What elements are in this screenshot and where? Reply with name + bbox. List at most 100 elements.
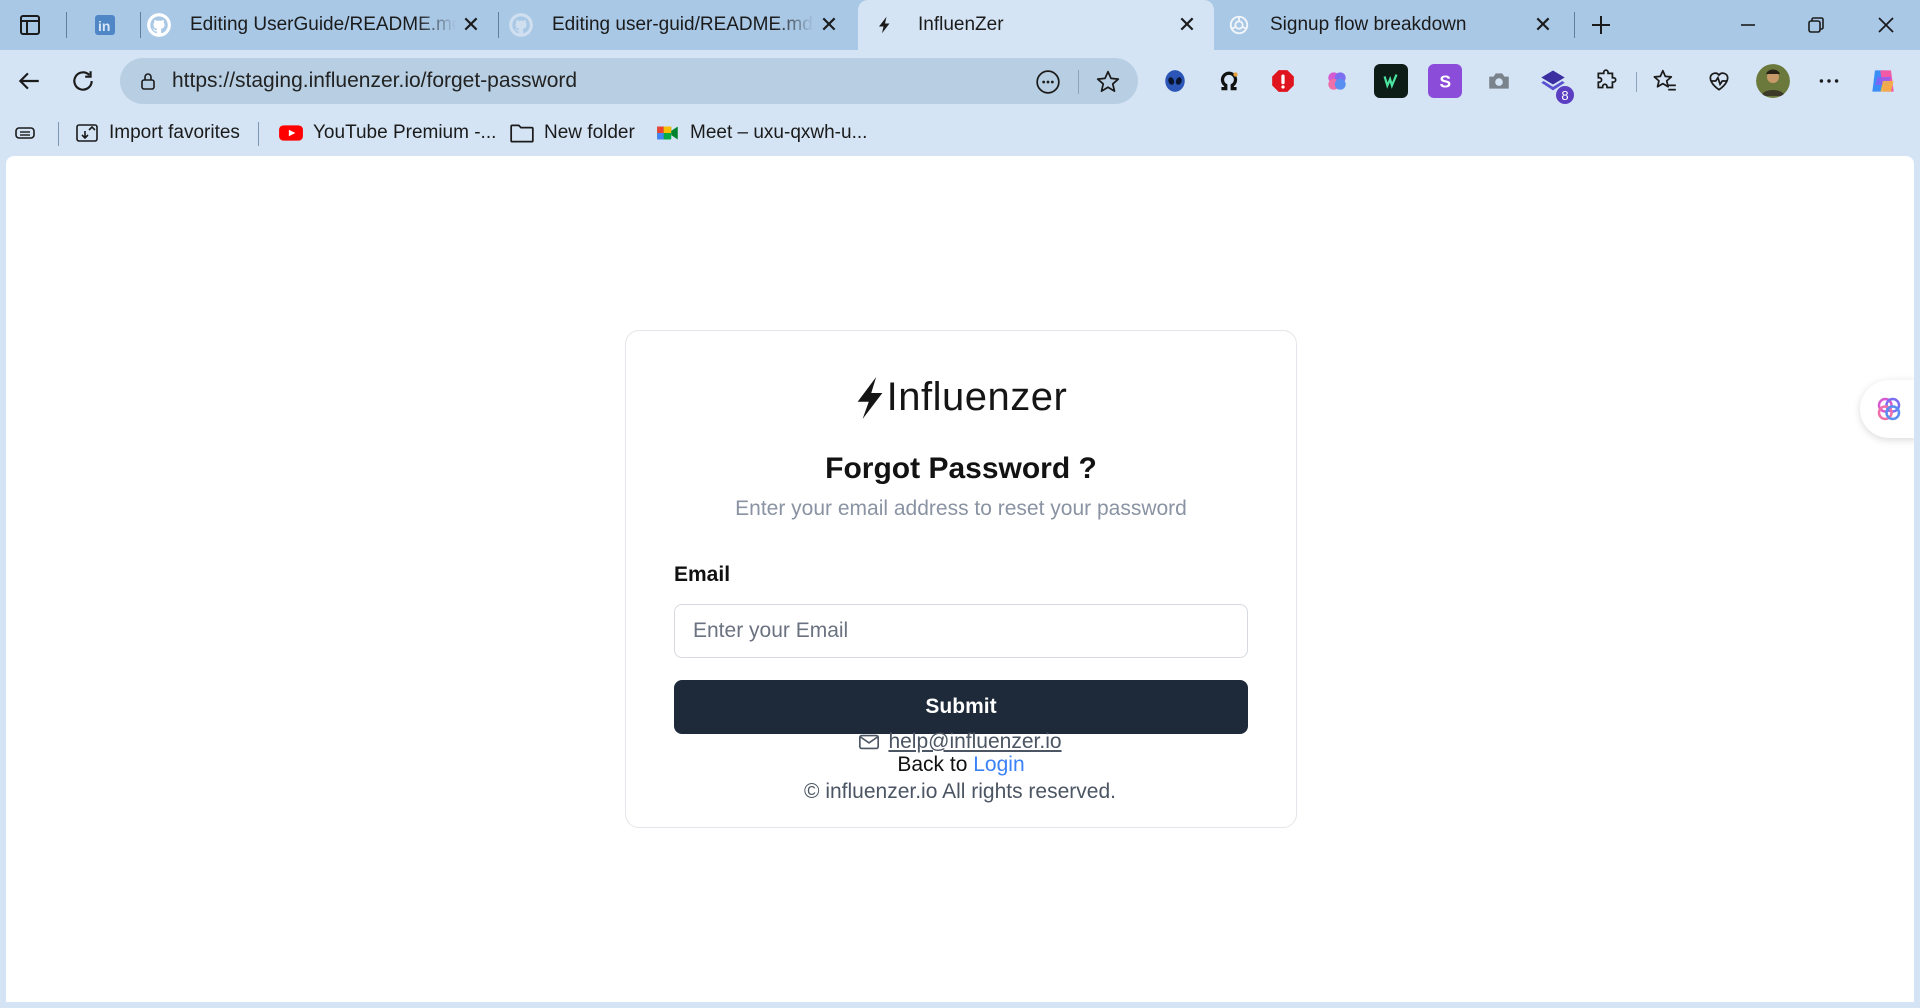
login-link[interactable]: Login [973,753,1024,776]
tab-title: Signup flow breakdown [1270,14,1467,35]
import-icon [74,120,100,146]
bookmark-label: New folder [544,122,635,143]
plus-icon [1592,16,1610,34]
navigation-toolbar: https://staging.influenzer.io/forget-pas… [0,50,1920,112]
svg-text:in: in [98,18,110,34]
camera-extension-icon[interactable] [1482,64,1516,98]
omnibox-separator [1078,70,1079,94]
adblock-extension-icon[interactable] [1266,64,1300,98]
page-title: Forgot Password ? [825,452,1097,485]
restore-icon [1808,17,1824,33]
page-viewport: Influenzer Forgot Password ? Enter your … [6,156,1914,1002]
sidebar-assistant-button[interactable] [1860,380,1914,438]
sidebar-toggle-button[interactable] [10,8,50,42]
tab-separator [66,12,67,38]
wordtune-extension-icon[interactable] [1374,64,1408,98]
copilot-button[interactable] [1866,64,1900,98]
submit-button[interactable]: Submit [674,680,1248,734]
tab-bar: in Editing UserGuide/README.md at ✕ Edit… [0,0,1920,50]
back-to-text: Back to [897,753,968,776]
tab-linkedin[interactable]: in [80,0,140,50]
bookmarks-separator [58,122,59,146]
more-horizontal-icon [1819,79,1839,83]
minimize-button[interactable] [1714,0,1782,50]
bookmarks-bar: Import favorites YouTube Premium -... Ne… [0,112,1920,154]
extensions-button[interactable] [1590,64,1624,98]
tab-influenzer[interactable]: InfluenZer ✕ [858,0,1214,50]
bookmark-label: YouTube Premium -... [313,122,497,143]
address-bar[interactable]: https://staging.influenzer.io/forget-pas… [120,58,1138,104]
profile-avatar[interactable] [1756,64,1790,98]
close-icon[interactable]: ✕ [1528,10,1558,40]
tab-signup-flow[interactable]: Signup flow breakdown ✕ [1216,0,1570,50]
tab-separator [140,12,141,38]
bookmark-new-folder[interactable]: New folder [509,116,635,150]
extension-badge: 8 [1556,86,1574,104]
youtube-icon [278,120,304,146]
tab-title: Editing user-guid/README.md at [552,14,814,35]
s-extension-icon[interactable]: S [1428,64,1462,98]
close-icon[interactable]: ✕ [456,10,486,40]
brand-name: Influenzer [886,375,1068,419]
brain-extension-icon[interactable] [1320,64,1354,98]
browser-essentials-button[interactable] [1702,64,1736,98]
bolt-icon [872,12,898,38]
collections-icon [12,120,38,146]
back-to-login-row: Back to Login [626,753,1296,777]
tab-actions-icon [20,15,40,35]
favorite-star-icon[interactable] [1092,66,1124,98]
tab-github-userguide[interactable]: Editing UserGuide/README.md at ✕ [142,0,498,50]
settings-menu-button[interactable] [1812,64,1846,98]
page-subtitle: Enter your email address to reset your p… [735,497,1187,520]
favorites-button[interactable] [1648,64,1682,98]
stack-extension-icon[interactable]: 8 [1536,64,1574,104]
copyright-text: © influenzer.io All rights reserved. [804,780,1116,803]
mail-icon [859,734,880,750]
puzzle-icon [1597,69,1617,89]
collections-button[interactable] [12,116,47,150]
email-label: Email [674,563,731,586]
omega-extension-icon[interactable] [1212,64,1246,98]
tab-title: Editing UserGuide/README.md at [190,14,456,35]
bookmark-meet[interactable]: Meet – uxu-qxwh-u... [655,116,867,150]
email-input[interactable] [674,604,1248,658]
close-window-button[interactable] [1852,0,1920,50]
refresh-button[interactable] [62,60,104,102]
toolbar-separator [1636,72,1637,92]
bookmark-label: Meet – uxu-qxwh-u... [690,122,868,143]
restore-button[interactable] [1782,0,1850,50]
bookmark-label: Import favorites [109,122,240,143]
brand-logo: Influenzer [626,375,1296,420]
github-icon [146,12,172,38]
meet-icon [655,120,681,146]
brain-icon [1877,397,1901,421]
copilot-icon [1872,70,1894,92]
github-icon [508,12,534,38]
refresh-icon [73,71,93,91]
bookmarks-separator [258,122,259,146]
support-contact: help@influenzer.io [6,730,1914,754]
close-icon[interactable]: ✕ [1172,10,1202,40]
alien-extension-icon[interactable] [1158,64,1192,98]
bolt-icon [857,376,883,419]
minimize-icon [1741,24,1755,26]
url-text[interactable]: https://staging.influenzer.io/forget-pas… [172,69,1138,93]
folder-icon [509,120,535,146]
new-tab-button[interactable] [1568,0,1634,50]
support-email-link[interactable]: help@influenzer.io [888,730,1061,754]
close-icon [1878,17,1894,33]
bookmark-import-favorites[interactable]: Import favorites [74,116,240,150]
lock-icon[interactable] [136,69,160,93]
heart-pulse-icon [1709,72,1729,91]
favorites-star-list-icon [1653,69,1676,91]
back-arrow-icon [18,72,39,90]
openai-icon [1226,12,1252,38]
tab-separator [498,12,499,38]
back-button[interactable] [8,60,50,102]
close-icon[interactable]: ✕ [814,10,844,40]
more-options-icon[interactable] [1032,66,1064,98]
bookmark-youtube-premium[interactable]: YouTube Premium -... [278,116,496,150]
svg-text:S: S [1440,71,1452,91]
linkedin-icon: in [92,12,118,38]
tab-github-user-guid[interactable]: Editing user-guid/README.md at ✕ [500,0,856,50]
